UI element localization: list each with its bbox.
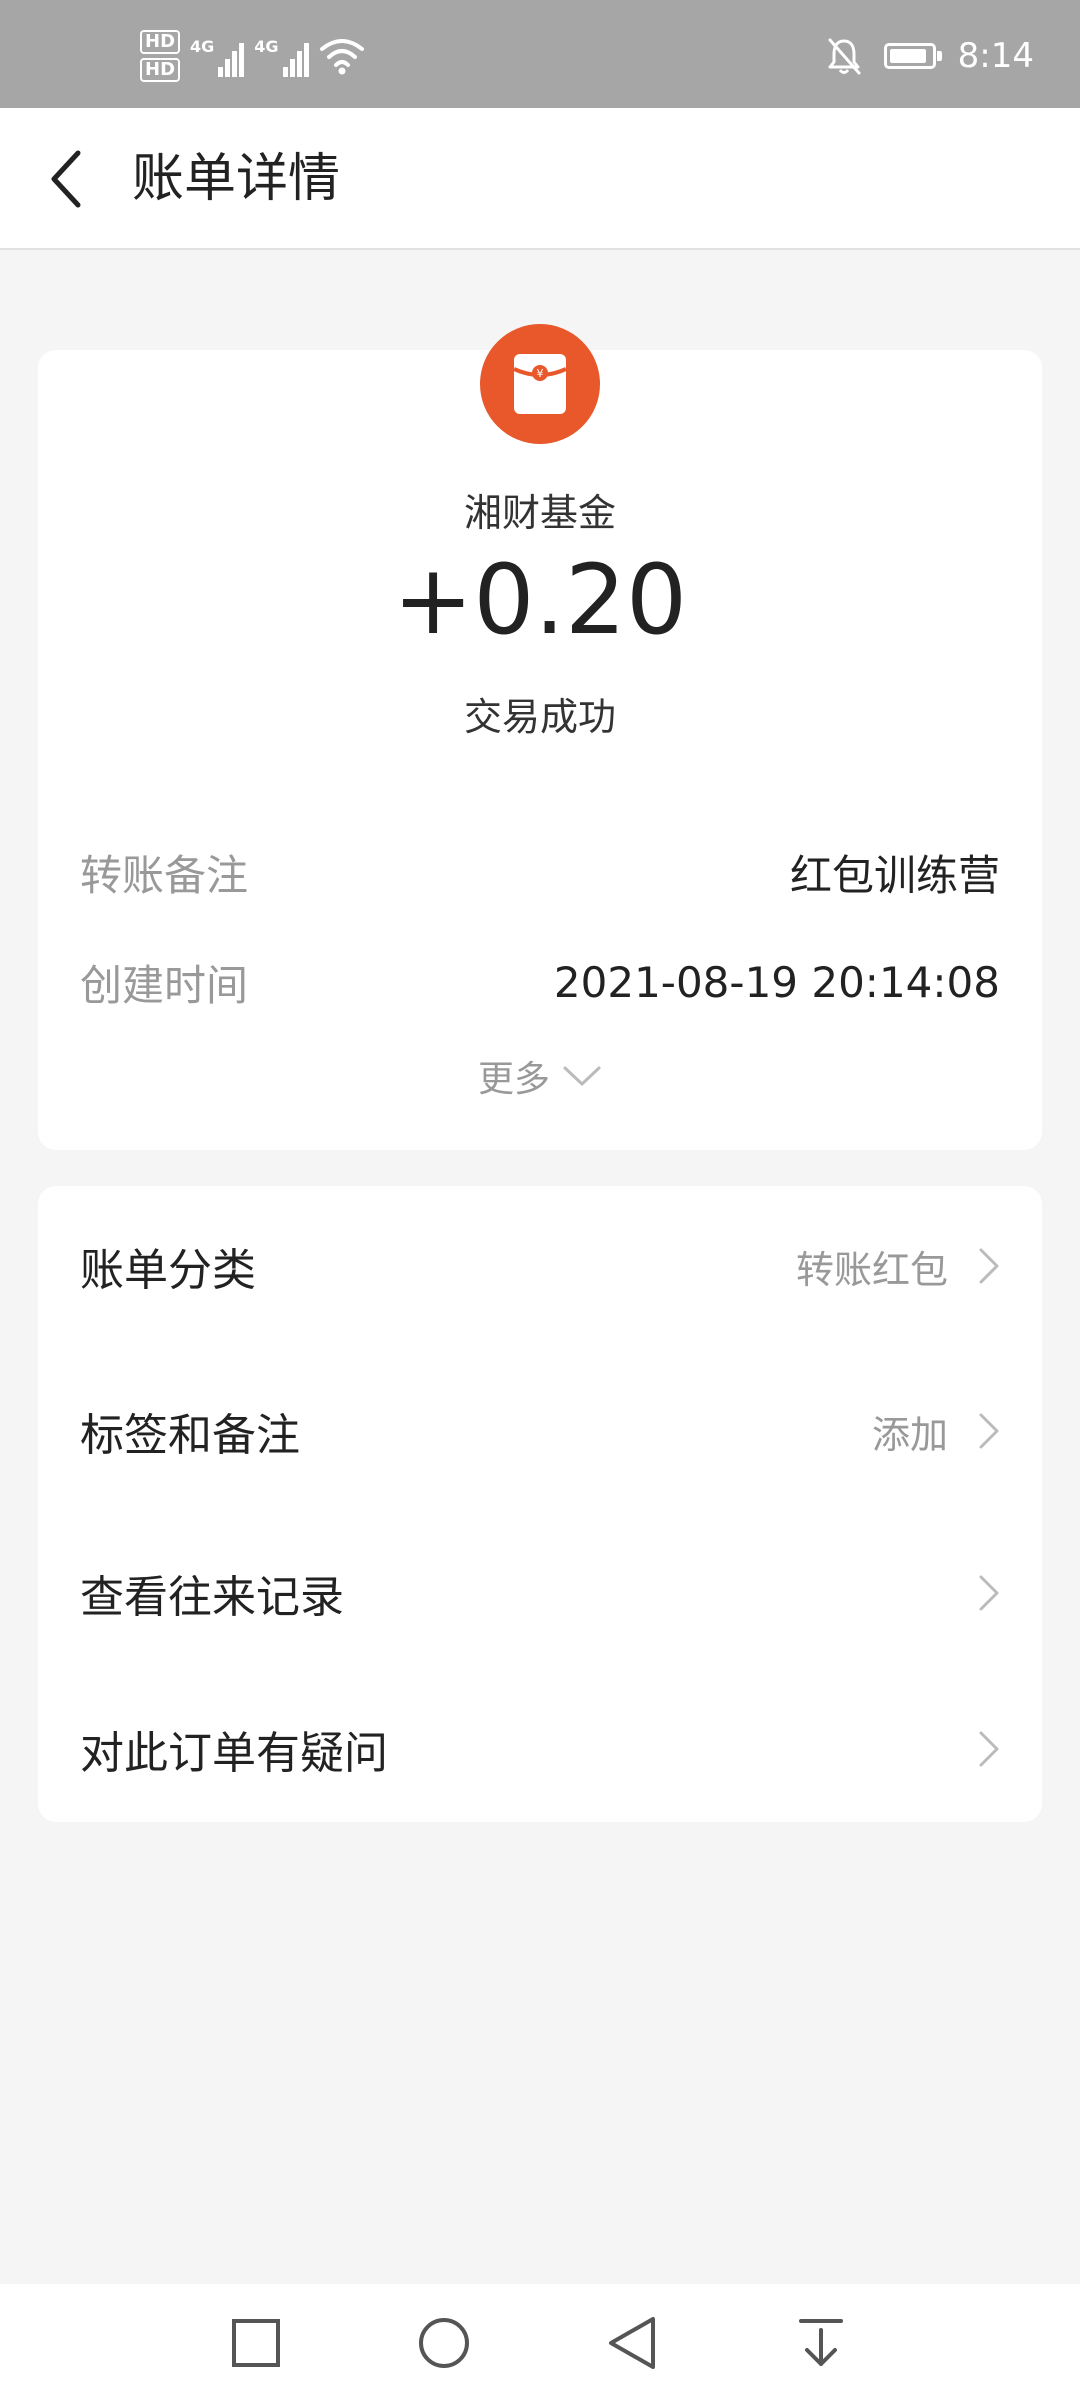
red-envelope-icon: ¥ — [480, 324, 600, 444]
detail-row-remark: 转账备注 红包训练营 — [80, 842, 1000, 902]
list-item-right: 转账红包 — [796, 1239, 1000, 1294]
battery-icon — [883, 43, 942, 69]
status-left: HD HD 4G 4G — [140, 30, 365, 82]
transaction-card: ¥ 湘财基金 +0.20 交易成功 转账备注 红包训练营 创建时间 2021-0… — [38, 324, 1042, 1150]
signal-strength-icon-2: 4G — [254, 35, 309, 77]
home-button[interactable] — [409, 2308, 479, 2378]
more-label: 更多 — [477, 1059, 550, 1100]
transaction-amount: +0.20 — [392, 544, 688, 656]
hd-badge-1: HD — [140, 30, 181, 54]
list-item-bill-category[interactable]: 账单分类 转账红包 — [80, 1221, 1000, 1311]
list-item-right — [978, 1730, 1000, 1768]
list-item-right — [978, 1574, 1000, 1612]
list-item-view-records[interactable]: 查看往来记录 — [80, 1548, 1000, 1638]
status-right: 8:14 — [826, 30, 1034, 82]
wifi-icon — [319, 39, 364, 75]
bell-muted-icon — [828, 38, 861, 75]
more-button[interactable]: 更多 — [38, 1050, 1042, 1102]
chevron-right-icon — [979, 1248, 999, 1284]
network-type-1: 4G — [190, 37, 215, 56]
list-item-value: 添加 — [871, 1412, 948, 1457]
transaction-status: 交易成功 — [463, 695, 616, 739]
detail-label: 创建时间 — [80, 960, 249, 1010]
chevron-down-icon — [563, 1066, 601, 1086]
notification-pull-button[interactable] — [786, 2308, 856, 2378]
detail-label: 转账备注 — [80, 850, 249, 900]
detail-row-created-time: 创建时间 2021-08-19 20:14:08 — [80, 952, 1000, 1012]
list-item-tags-notes[interactable]: 标签和备注 添加 — [80, 1386, 1000, 1476]
signal-bar — [218, 67, 224, 77]
signal-bar — [289, 59, 295, 77]
chevron-right-icon — [979, 1731, 999, 1767]
recent-apps-button[interactable] — [221, 2308, 291, 2378]
detail-value: 2021-08-19 20:14:08 — [553, 957, 1000, 1007]
status-time: 8:14 — [957, 36, 1034, 76]
home-icon — [419, 2318, 469, 2368]
navigation-bar — [0, 2284, 1080, 2400]
list-item-label: 标签和备注 — [80, 1410, 300, 1461]
svg-text:¥: ¥ — [537, 367, 544, 380]
back-button[interactable] — [36, 144, 96, 214]
status-bar: HD HD 4G 4G 8:14 — [0, 0, 1080, 108]
merchant-name: 湘财基金 — [463, 491, 616, 535]
notification-pull-icon — [799, 2319, 843, 2366]
list-item-label: 账单分类 — [80, 1245, 256, 1296]
list-item-label: 对此订单有疑问 — [80, 1728, 388, 1779]
signal-bar — [232, 51, 238, 77]
chevron-left-icon — [51, 150, 81, 208]
actions-card: 账单分类 转账红包 标签和备注 添加 查看往来记录 对此订单有疑问 — [38, 1186, 1042, 1822]
system-back-button[interactable] — [597, 2308, 667, 2378]
list-item-value: 转账红包 — [795, 1247, 948, 1292]
chevron-right-icon — [979, 1413, 999, 1449]
list-item-order-question[interactable]: 对此订单有疑问 — [80, 1704, 1000, 1794]
chevron-right-icon — [979, 1575, 999, 1611]
page-title: 账单详情 — [132, 149, 341, 209]
signal-bar — [282, 67, 288, 77]
network-type-2: 4G — [254, 37, 279, 56]
signal-bar — [239, 43, 245, 77]
recent-apps-icon — [232, 2319, 280, 2367]
detail-value: 红包训练营 — [789, 850, 1000, 900]
signal-bar — [296, 51, 302, 77]
list-item-right: 添加 — [872, 1404, 1000, 1459]
sim-indicators: HD HD — [140, 30, 181, 82]
signal-bar — [303, 43, 309, 77]
signal-bar — [225, 59, 231, 77]
signal-strength-icon-1: 4G — [190, 35, 245, 77]
list-item-label: 查看往来记录 — [80, 1572, 344, 1623]
back-icon — [609, 2317, 655, 2369]
app-header: 账单详情 — [0, 108, 1080, 250]
hd-badge-2: HD — [140, 58, 181, 82]
